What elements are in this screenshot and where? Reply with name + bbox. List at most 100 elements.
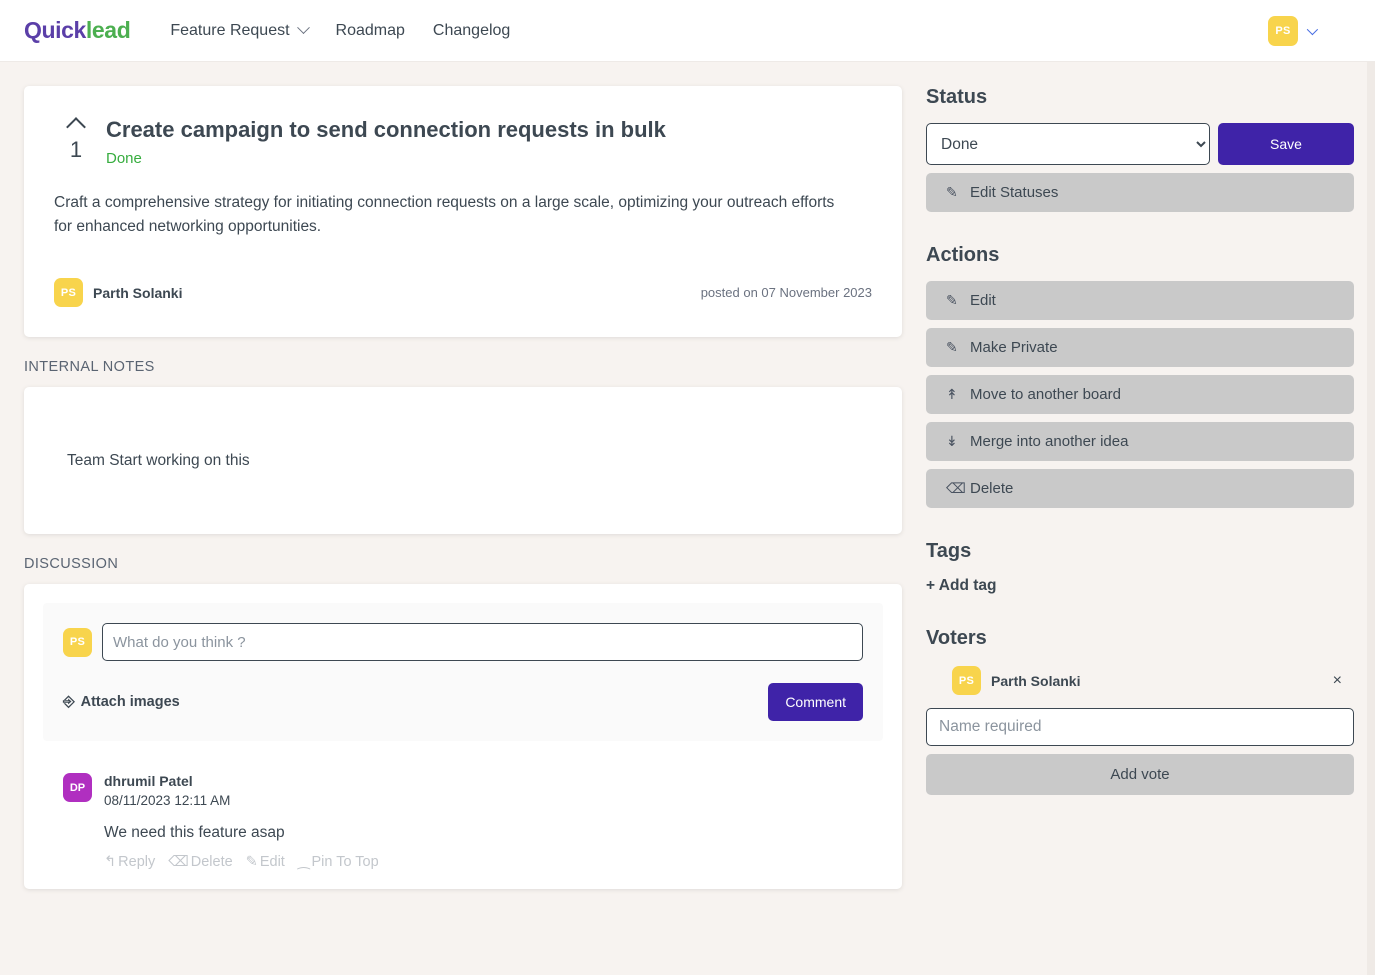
status-section-heading: Status [926,86,988,108]
idea-header: 1 Create campaign to send connection req… [54,116,872,167]
comment-body: We need this feature asap [104,824,285,842]
idea-card: 1 Create campaign to send connection req… [24,86,902,338]
edit-statuses-button[interactable]: ✎ Edit Statuses [926,173,1354,212]
main-column: 1 Create campaign to send connection req… [24,86,902,890]
comment-submit-button[interactable]: Comment [768,683,863,722]
nav-label-changelog: Changelog [432,21,511,39]
nav-item-feature-request[interactable]: Feature Request [156,14,321,48]
comment-timestamp: 08/11/2023 12:11 AM [104,793,231,809]
pencil-icon: ✎ [245,854,258,871]
attach-images-button[interactable]: ⎆ Attach images [63,694,180,710]
comment-delete-button[interactable]: ⌫ Delete [168,854,232,870]
internal-notes-heading: INTERNAL NOTES [24,359,155,376]
avatar: DP [63,773,92,803]
comment-pin-label: Pin To Top [311,854,379,871]
status-badge: Done [106,149,142,167]
comment-composer: PS ⎆ Attach images Comment [43,603,883,742]
nav-label-feature-request: Feature Request [170,21,290,39]
attach-images-label: Attach images [80,694,180,711]
action-move-board-button[interactable]: ↟ Move to another board [926,375,1354,414]
add-vote-button[interactable]: Add vote [926,754,1354,795]
user-menu[interactable]: PS [1268,15,1351,46]
action-merge-idea-button[interactable]: ↡ Merge into another idea [926,422,1354,461]
comment-author: dhrumil Patel [104,773,193,790]
app-logo[interactable]: Quicklead [24,17,131,44]
voters-section-heading: Voters [926,627,987,649]
internal-notes-card[interactable]: Team Start working on this [24,387,902,535]
action-delete-button[interactable]: ⌫ Delete [926,469,1354,508]
comment-delete-label: Delete [190,854,233,871]
avatar: PS [63,627,92,657]
save-button[interactable]: Save [1218,123,1354,165]
action-edit-label: Edit [970,292,996,309]
discussion-card: PS ⎆ Attach images Comment DP dhrumil Pa… [24,584,902,890]
comment-reply-button[interactable]: ↰ Reply [104,854,155,870]
voter-list-item: PS Parth Solanki × [926,664,1354,695]
status-select[interactable]: Done [926,123,1210,165]
avatar: PS [54,278,83,308]
comment-content: dhrumil Patel 08/11/2023 12:11 AM We nee… [104,773,379,870]
sidebar: Status Done Save ✎ Edit Statuses Actions… [926,86,1354,795]
paperclip-icon: ⎆ [63,694,75,711]
pencil-icon: ✎ [946,339,958,355]
comment-input[interactable] [102,623,863,662]
chevron-up-icon [66,117,86,137]
idea-footer: PS Parth Solanki posted on 07 November 2… [54,278,872,308]
edit-statuses-label: Edit Statuses [970,184,1059,201]
comment-pin-button[interactable]: ⁔ Pin To Top [298,854,379,870]
actions-section-heading: Actions [926,244,1000,266]
chevron-down-icon [296,21,310,35]
action-edit-button[interactable]: ✎ Edit [926,281,1354,320]
reply-icon: ↰ [104,854,117,871]
tags-section-heading: Tags [926,540,972,562]
discussion-heading: DISCUSSION [24,556,119,573]
pencil-icon: ✎ [946,184,958,200]
logo-text-quick: Quick [24,17,86,43]
voter-name: Parth Solanki [991,672,1081,689]
remove-voter-icon[interactable]: × [1333,672,1342,689]
comment-actions: ↰ Reply ⌫ Delete ✎ Edit ⁔ Pin To Top [104,854,379,870]
pencil-icon: ✎ [946,292,958,308]
comment-composer-row: PS [63,623,863,662]
vertical-scrollbar[interactable] [1367,62,1375,975]
status-row: Done Save [926,123,1354,165]
chevron-down-icon[interactable] [1306,23,1319,35]
page-title: Create campaign to send connection reque… [106,117,666,142]
avatar[interactable]: PS [1268,15,1298,46]
idea-heading-block: Create campaign to send connection reque… [106,116,666,167]
list-item: DP dhrumil Patel 08/11/2023 12:11 AM We … [43,741,883,870]
add-tag-button[interactable]: + Add tag [926,577,1354,595]
idea-author: PS Parth Solanki [54,278,183,308]
action-move-board-label: Move to another board [970,386,1121,403]
vote-count: 1 [69,137,83,162]
download-icon: ↡ [946,433,958,449]
action-make-private-label: Make Private [970,339,1058,356]
nav-item-changelog[interactable]: Changelog [419,14,524,48]
logo-text-lead: lead [85,17,131,43]
trash-icon: ⌫ [946,480,966,496]
nav-links: Feature Request Roadmap Changelog [156,14,524,48]
author-name: Parth Solanki [93,284,183,301]
comment-edit-label: Edit [259,854,285,871]
trash-icon: ⌫ [168,854,189,871]
upvote-button[interactable]: 1 [54,116,98,167]
top-navbar: Quicklead Feature Request Roadmap Change… [0,0,1375,975]
comment-reply-label: Reply [118,854,156,871]
internal-notes-text: Team Start working on this [67,451,250,469]
pin-icon: ⁔ [297,854,310,871]
composer-footer: ⎆ Attach images Comment [63,683,863,722]
action-make-private-button[interactable]: ✎ Make Private [926,328,1354,367]
idea-description: Craft a comprehensive strategy for initi… [54,193,835,236]
nav-item-roadmap[interactable]: Roadmap [322,14,419,48]
avatar: PS [952,666,981,695]
comment-edit-button[interactable]: ✎ Edit [246,854,285,870]
page-body: 1 Create campaign to send connection req… [0,62,1375,913]
upload-icon: ↟ [946,386,958,402]
posted-date: posted on 07 November 2023 [700,285,872,301]
action-merge-idea-label: Merge into another idea [970,433,1129,450]
nav-label-roadmap: Roadmap [335,21,405,39]
voter-name-input[interactable] [926,708,1354,746]
